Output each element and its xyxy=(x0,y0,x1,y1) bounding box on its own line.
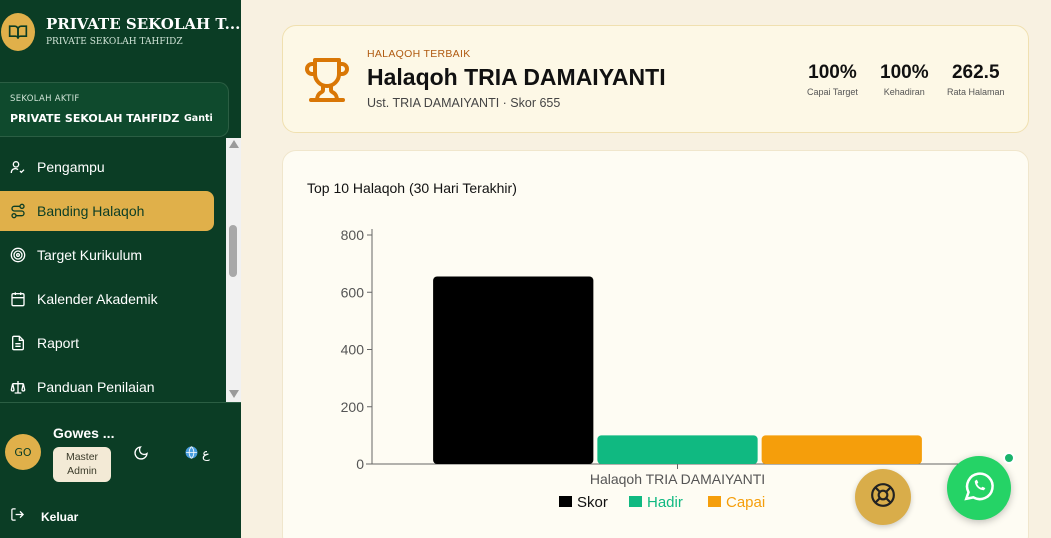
language-label: ع xyxy=(202,447,210,462)
legend-label-capai: Capai xyxy=(726,494,765,511)
scale-icon xyxy=(10,379,26,395)
whatsapp-icon xyxy=(962,469,996,507)
role-badge: Master Admin xyxy=(53,447,111,482)
scroll-up-icon[interactable] xyxy=(229,140,239,148)
active-school-name: PRIVATE SEKOLAH TAHFIDZ xyxy=(10,112,180,125)
help-button[interactable] xyxy=(855,469,911,525)
sidebar-item-banding-halaqoh[interactable]: Banding Halaqoh xyxy=(0,191,214,231)
y-tick-label: 400 xyxy=(341,342,365,358)
stat-value: 100% xyxy=(880,62,929,83)
logout-label: Keluar xyxy=(41,509,79,524)
scroll-down-icon[interactable] xyxy=(229,390,239,398)
y-tick-label: 200 xyxy=(341,399,365,415)
chart-card: Top 10 Halaqoh (30 Hari Terakhir) 0 200 40… xyxy=(282,150,1029,538)
book-open-icon xyxy=(1,13,35,51)
stat-capai-target: 100% Capai Target xyxy=(807,62,858,97)
y-tick-label: 800 xyxy=(341,227,365,243)
calendar-icon xyxy=(10,291,26,307)
target-icon xyxy=(10,247,26,263)
trophy-icon xyxy=(303,56,351,104)
user-area: GO Gowes ... Master Admin ع Keluar xyxy=(0,402,241,538)
brand[interactable]: PRIVATE SEKOLAH T... PRIVATE SEKOLAH TAH… xyxy=(0,0,241,68)
best-halaqoh-label: HALAQOH TERBAIK xyxy=(367,48,471,60)
legend-swatch xyxy=(708,496,721,507)
route-icon xyxy=(10,203,26,219)
globe-icon xyxy=(185,446,198,463)
moon-icon[interactable] xyxy=(133,445,149,461)
stat-value: 100% xyxy=(808,62,857,83)
sidebar-item-raport[interactable]: Raport xyxy=(0,323,214,363)
role-line-1: Master xyxy=(65,451,99,463)
bar-hadir xyxy=(597,435,758,464)
sidebar-item-pengampu[interactable]: Pengampu xyxy=(0,147,214,187)
stat-kehadiran: 100% Kehadiran xyxy=(880,62,929,97)
stat-label: Rata Halaman xyxy=(947,87,1005,97)
logout-button[interactable]: Keluar xyxy=(10,507,78,526)
user-name: Gowes ... xyxy=(53,425,115,441)
sidebar-scrollbar[interactable] xyxy=(226,138,241,402)
notification-dot xyxy=(1003,452,1015,464)
top-halaqoh-chart: 0 200 400 600 800 Halaqoh TRIA DAMAIYANTI Skor… xyxy=(341,227,983,511)
whatsapp-button[interactable] xyxy=(947,456,1011,520)
legend-label-hadir: Hadir xyxy=(647,494,683,511)
legend-swatch xyxy=(629,496,642,507)
sidebar-item-kalender-akademik[interactable]: Kalender Akademik xyxy=(0,279,214,319)
best-halaqoh-name: Halaqoh TRIA DAMAIYANTI xyxy=(367,64,666,90)
y-tick-label: 600 xyxy=(341,284,365,300)
lifebuoy-icon xyxy=(870,482,896,512)
stat-rata-halaman: 262.5 Rata Halaman xyxy=(947,62,1005,97)
y-tick-label: 0 xyxy=(356,456,364,472)
sidebar: PRIVATE SEKOLAH T... PRIVATE SEKOLAH TAH… xyxy=(0,0,241,538)
bar-skor xyxy=(433,276,594,464)
sidebar-item-label: Target Kurikulum xyxy=(37,247,143,263)
sidebar-item-label: Raport xyxy=(37,335,80,351)
stat-value: 262.5 xyxy=(951,62,1000,83)
best-halaqoh-meta: Ust. TRIA DAMAIYANTI · Skor 655 xyxy=(367,96,561,110)
legend-label-skor: Skor xyxy=(577,494,608,511)
brand-subtitle: PRIVATE SEKOLAH TAHFIDZ xyxy=(46,37,183,47)
change-school-button[interactable]: Ganti xyxy=(184,113,213,124)
language-switcher[interactable]: ع xyxy=(185,446,210,463)
stat-label: Kehadiran xyxy=(883,87,925,97)
sidebar-nav: Pengampu Banding Halaqoh Target Kurikulu… xyxy=(0,143,226,401)
brand-title: PRIVATE SEKOLAH T... xyxy=(46,15,241,33)
legend-swatch xyxy=(559,496,572,507)
sidebar-item-panduan-penilaian[interactable]: Panduan Penilaian xyxy=(0,367,214,401)
sidebar-item-label: Banding Halaqoh xyxy=(37,203,145,219)
sidebar-item-target-kurikulum[interactable]: Target Kurikulum xyxy=(0,235,214,275)
role-line-2: Admin xyxy=(67,465,97,477)
sidebar-item-label: Pengampu xyxy=(37,159,105,175)
bar-capai xyxy=(761,435,922,464)
sidebar-item-label: Panduan Penilaian xyxy=(37,379,155,395)
x-tick-label: Halaqoh TRIA DAMAIYANTI xyxy=(590,471,765,487)
active-school-label: SEKOLAH AKTIF xyxy=(10,94,80,104)
scroll-thumb[interactable] xyxy=(229,225,237,277)
logout-icon xyxy=(10,507,25,526)
avatar[interactable]: GO xyxy=(5,434,41,470)
sidebar-item-label: Kalender Akademik xyxy=(37,291,158,307)
file-text-icon xyxy=(10,335,26,351)
stat-label: Capai Target xyxy=(807,87,858,97)
best-halaqoh-card: HALAQOH TERBAIK Halaqoh TRIA DAMAIYANTI … xyxy=(282,25,1029,133)
active-school-card: SEKOLAH AKTIF PRIVATE SEKOLAH TAHFIDZ Ga… xyxy=(0,82,229,137)
user-check-icon xyxy=(10,159,26,175)
